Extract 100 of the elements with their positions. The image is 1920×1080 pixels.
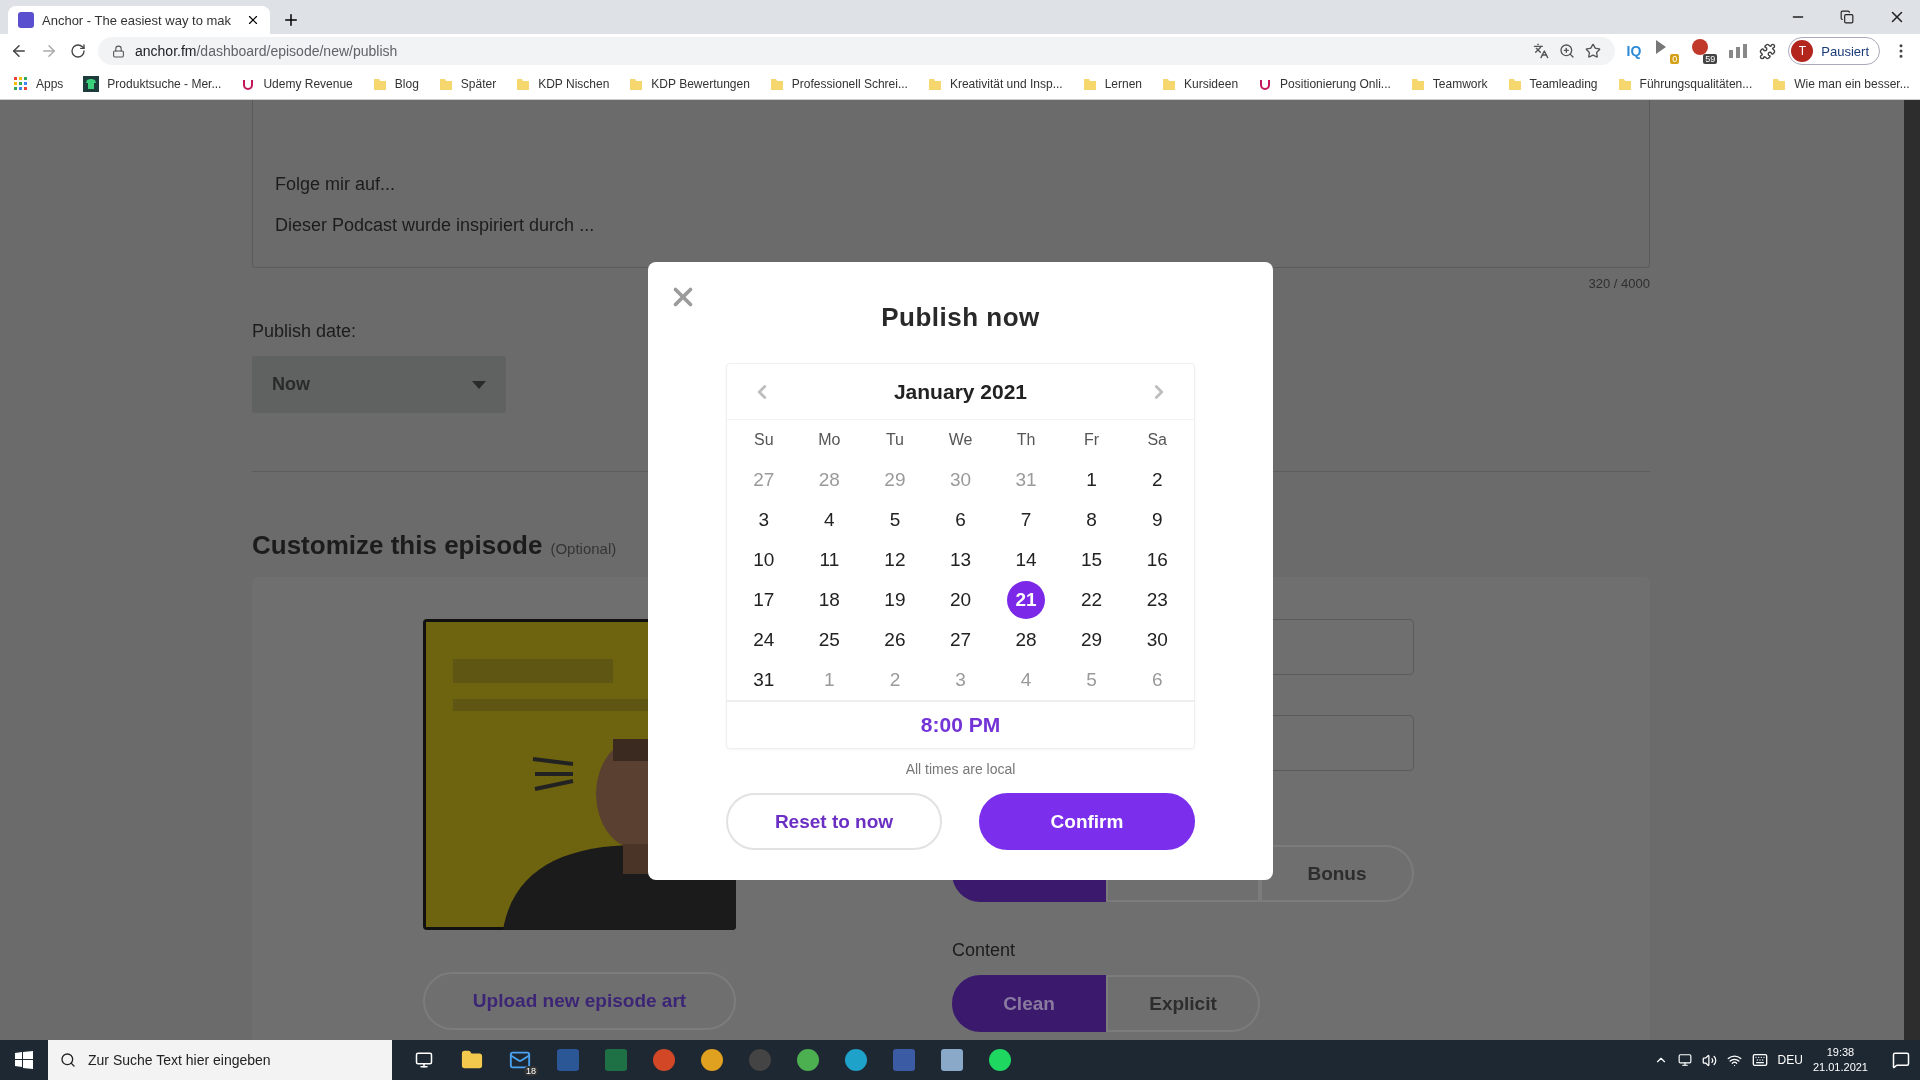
bookmark-item[interactable]: Produktsuche - Mer... [107,76,222,91]
folder-icon [1617,76,1632,91]
reset-button[interactable]: Reset to now [726,793,942,850]
bookmark-item[interactable]: Teamwork [1432,76,1488,91]
volume-icon[interactable] [1701,1052,1717,1068]
calendar-day[interactable]: 24 [744,621,783,659]
bookmark-item[interactable]: Kreativität und Insp... [949,76,1063,91]
folder-icon [1082,76,1097,91]
calendar-day[interactable]: 9 [1138,501,1177,539]
calendar-day[interactable]: 8 [1072,501,1111,539]
folder-icon [372,76,387,91]
weekday-label: Fr [1083,430,1101,450]
calendar-day[interactable]: 14 [1007,541,1046,579]
bookmark-item[interactable]: Professionell Schrei... [791,76,908,91]
month-title: January 2021 [893,379,1028,404]
weekday-label: We [947,430,974,450]
keyboard-icon[interactable] [1751,1052,1768,1068]
extensions-icon[interactable] [1759,42,1777,60]
calendar-day[interactable]: 12 [875,541,914,579]
dropdown-icon [472,380,486,389]
dialog-title: Publish now [881,302,1040,333]
calendar-day[interactable]: 22 [1072,581,1111,619]
folder-icon [1410,76,1425,91]
calendar-day[interactable]: 28 [1007,621,1046,659]
bookmark-item[interactable]: Wie man ein besser... [1794,76,1910,91]
back-icon[interactable] [10,42,28,60]
folder-icon [1772,76,1787,91]
bookmark-item[interactable]: Positionierung Onli... [1280,76,1391,91]
address-bar[interactable]: anchor.fm/dashboard/episode/new/publish [98,37,1615,65]
folder-icon [438,76,453,91]
weekday-label: Sa [1146,430,1168,450]
bookmark-item[interactable]: Teamleading [1529,76,1598,91]
timezone-note: All times are local [905,761,1016,777]
bookmark-star-icon[interactable] [1584,43,1601,59]
bookmark-item[interactable]: Blog [394,76,419,91]
new-tab-icon[interactable] [282,11,300,29]
bookmark-item[interactable]: KDP Nischen [538,76,610,91]
zoom-icon[interactable] [1558,43,1575,59]
calendar-day[interactable]: 18 [810,581,849,619]
bookmark-item[interactable]: Später [460,76,497,91]
profile-label: Pausiert [1821,43,1869,59]
bookmark-item[interactable]: Kursideen [1184,76,1239,91]
extension-iq[interactable]: IQ [1626,43,1642,59]
calendar-day[interactable]: 31 [744,661,783,699]
bookmark-item[interactable]: Udemy Revenue [263,76,353,91]
weekday-label: Mo [817,430,842,450]
windows-start-icon[interactable] [15,1051,33,1069]
close-icon[interactable] [246,13,260,27]
notifications-icon[interactable] [1892,1051,1910,1069]
folder-icon [769,76,784,91]
calendar-day[interactable]: 15 [1072,541,1111,579]
calendar-day[interactable]: 7 [1007,501,1046,539]
calendar-day[interactable]: 20 [941,581,980,619]
calendar-day[interactable]: 2 [1138,461,1177,499]
calendar-day[interactable]: 16 [1138,541,1177,579]
translate-icon[interactable] [1532,43,1549,59]
calendar-day[interactable]: 13 [941,541,980,579]
calendar-day[interactable]: 30 [1138,621,1177,659]
weekday-label: Su [753,430,775,450]
character-counter: 320 / 4000 [1588,276,1650,291]
calendar-day[interactable]: 11 [810,541,849,579]
calendar-day[interactable]: 10 [744,541,783,579]
tab-title: Anchor - The easiest way to mak [42,12,233,28]
apps-grid-icon [14,76,28,91]
field-label: Publish date: [252,321,358,342]
clock[interactable]: 19:38 21.01.2021 [1812,1045,1868,1075]
browser-tab[interactable]: Anchor - The easiest way to mak [8,6,270,34]
calendar-day[interactable]: 6 [941,501,980,539]
reload-icon[interactable] [70,43,86,59]
folder-icon [516,76,531,91]
bookmark-item[interactable]: Apps [36,76,64,91]
calendar-day[interactable]: 21 [1007,581,1046,619]
calendar-day[interactable]: 1 [1072,461,1111,499]
calendar-day[interactable]: 27 [941,621,980,659]
url-text: anchor.fm/dashboard/episode/new/publish [135,43,398,59]
calendar-day[interactable]: 3 [744,501,783,539]
restore-icon[interactable] [1840,10,1854,24]
calendar-day[interactable]: 19 [875,581,914,619]
calendar-day[interactable]: 29 [1072,621,1111,659]
folder-icon [927,76,942,91]
folder-icon [1507,76,1522,91]
wifi-icon[interactable] [1726,1052,1742,1068]
lock-icon [112,44,125,58]
calendar-day[interactable]: 26 [875,621,914,659]
time-picker[interactable]: 8:00 PM [920,713,1001,737]
bars-icon[interactable] [1729,44,1748,58]
language-indicator[interactable]: DEU [1777,1053,1803,1067]
display-icon[interactable] [1677,1053,1692,1067]
calendar-day[interactable]: 23 [1138,581,1177,619]
bookmark-item[interactable]: Lernen [1104,76,1143,91]
confirm-button[interactable]: Confirm [979,793,1195,850]
bookmark-item[interactable]: KDP Bewertungen [651,76,750,91]
calendar-day[interactable]: 4 [810,501,849,539]
weekday-label: Tu [884,430,905,450]
calendar-day[interactable]: 25 [810,621,849,659]
bookmark-item[interactable]: Führungsqualitäten... [1639,76,1753,91]
search-icon [60,1052,76,1068]
calendar-day[interactable]: 17 [744,581,783,619]
calendar-day[interactable]: 5 [875,501,914,539]
taskbar-search[interactable]: Zur Suche Text hier eingeben [48,1040,392,1080]
